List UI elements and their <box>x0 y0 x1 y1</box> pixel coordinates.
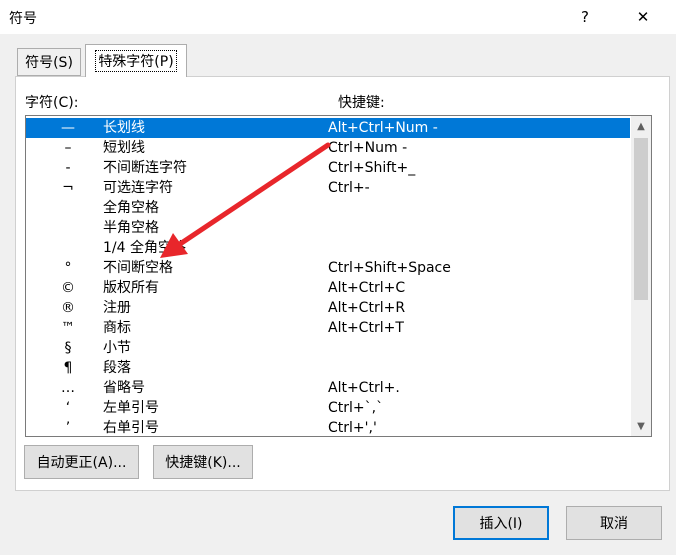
list-item[interactable]: — 长划线 Alt+Ctrl+Num - <box>26 118 630 138</box>
list-item[interactable]: ¶ 段落 <box>26 358 630 378</box>
list-item[interactable]: 1/4 全角空格 <box>26 238 630 258</box>
scrollbar-thumb[interactable] <box>634 138 648 300</box>
list-item[interactable]: ® 注册 Alt+Ctrl+R <box>26 298 630 318</box>
character-name: 注册 <box>103 300 131 316</box>
character-shortcut: Ctrl+',' <box>328 420 377 436</box>
list-item[interactable]: 半角空格 <box>26 218 630 238</box>
list-item[interactable]: – 短划线 Ctrl+Num - <box>26 138 630 158</box>
close-button[interactable]: ✕ <box>620 0 666 34</box>
list-item[interactable]: ™ 商标 Alt+Ctrl+T <box>26 318 630 338</box>
character-symbol: — <box>61 120 75 136</box>
character-shortcut: Alt+Ctrl+C <box>328 280 406 296</box>
list-item[interactable]: … 省略号 Alt+Ctrl+. <box>26 378 630 398</box>
list-item[interactable]: ’ 右单引号 Ctrl+',' <box>26 418 630 436</box>
character-name: 短划线 <box>103 140 145 156</box>
scroll-down-arrow-icon[interactable]: ▼ <box>631 416 651 436</box>
list-item[interactable]: ‘ 左单引号 Ctrl+`,` <box>26 398 630 418</box>
character-shortcut: Alt+Ctrl+Num - <box>328 120 438 136</box>
list-item[interactable]: ° 不间断空格 Ctrl+Shift+Space <box>26 258 630 278</box>
list-item[interactable]: 全角空格 <box>26 198 630 218</box>
character-name: 段落 <box>103 360 131 376</box>
character-symbol: ‘ <box>65 400 71 416</box>
character-symbol: § <box>64 340 72 356</box>
character-symbol: ™ <box>61 320 75 336</box>
character-shortcut: Ctrl+Shift+_ <box>328 160 416 176</box>
character-symbol: … <box>61 380 75 396</box>
vertical-scrollbar[interactable]: ▲ ▼ <box>631 116 651 436</box>
title-bar: 符号 ? ✕ <box>0 0 676 34</box>
character-name: 版权所有 <box>103 280 159 296</box>
list-item[interactable]: © 版权所有 Alt+Ctrl+C <box>26 278 630 298</box>
character-symbol: ¶ <box>63 360 73 376</box>
character-symbol: – <box>64 140 72 156</box>
character-symbol: © <box>61 280 75 296</box>
tab-special-characters[interactable]: 特殊字符(P) <box>85 44 187 77</box>
character-shortcut: Ctrl+Shift+Space <box>328 260 451 276</box>
help-button[interactable]: ? <box>562 0 608 34</box>
special-character-list[interactable]: — 长划线 Alt+Ctrl+Num - – 短划线 Ctrl+Num - - 不间断连字符 C… <box>25 115 652 437</box>
character-name: 右单引号 <box>103 420 159 436</box>
character-shortcut: Ctrl+- <box>328 180 370 196</box>
character-column-header: 字符(C): <box>25 95 79 111</box>
character-symbol: ’ <box>65 420 71 436</box>
character-symbol: ® <box>61 300 75 316</box>
insert-button[interactable]: 插入(I) <box>453 506 549 540</box>
character-name: 不间断连字符 <box>103 160 187 176</box>
character-name: 省略号 <box>103 380 145 396</box>
autocorrect-button[interactable]: 自动更正(A)... <box>24 445 139 479</box>
list-item[interactable]: § 小节 <box>26 338 630 358</box>
character-name: 不间断空格 <box>103 260 173 276</box>
character-shortcut: Ctrl+`,` <box>328 400 384 416</box>
shortcut-key-button[interactable]: 快捷键(K)... <box>153 445 253 479</box>
character-shortcut: Ctrl+Num - <box>328 140 408 156</box>
character-symbol: - <box>65 160 71 176</box>
character-name: 左单引号 <box>103 400 159 416</box>
character-symbol: ¬ <box>62 180 74 196</box>
character-name: 半角空格 <box>103 220 159 236</box>
dialog-title: 符号 <box>9 11 37 27</box>
shortcut-column-header: 快捷键: <box>338 95 385 111</box>
list-item[interactable]: ¬ 可选连字符 Ctrl+- <box>26 178 630 198</box>
cancel-button[interactable]: 取消 <box>566 506 662 540</box>
tab-symbols-label: 符号(S) <box>25 55 73 71</box>
close-icon[interactable]: ✕ <box>637 8 650 26</box>
tab-special-characters-label: 特殊字符(P) <box>95 50 177 72</box>
list-item[interactable]: - 不间断连字符 Ctrl+Shift+_ <box>26 158 630 178</box>
character-shortcut: Alt+Ctrl+. <box>328 380 400 396</box>
character-shortcut: Alt+Ctrl+T <box>328 320 404 336</box>
character-name: 小节 <box>103 340 131 356</box>
character-symbol: ° <box>64 260 72 276</box>
scroll-up-arrow-icon[interactable]: ▲ <box>631 116 651 136</box>
character-name: 全角空格 <box>103 200 159 216</box>
tab-symbols[interactable]: 符号(S) <box>17 48 81 76</box>
character-name: 长划线 <box>103 120 145 136</box>
character-name: 1/4 全角空格 <box>103 240 186 256</box>
character-name: 可选连字符 <box>103 180 173 196</box>
character-name: 商标 <box>103 320 131 336</box>
character-shortcut: Alt+Ctrl+R <box>328 300 406 316</box>
